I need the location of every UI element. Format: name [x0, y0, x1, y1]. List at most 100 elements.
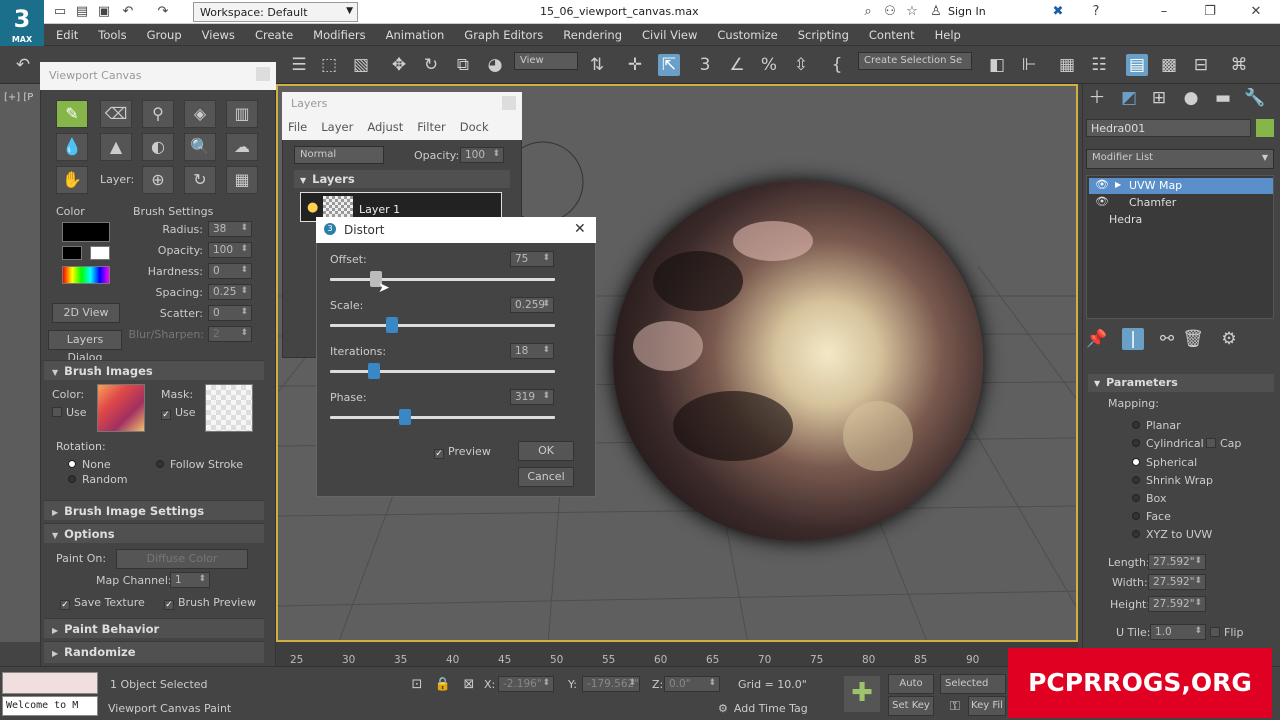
utilities-tab-icon[interactable]: 🔧: [1244, 87, 1266, 109]
layers-close-icon[interactable]: [502, 96, 516, 110]
open-file-icon[interactable]: ▤: [74, 4, 90, 20]
menu-modifiers[interactable]: Modifiers: [301, 24, 374, 42]
layer-options-button[interactable]: ▦: [226, 166, 258, 194]
menu-customize[interactable]: Customize: [705, 24, 785, 42]
layer-explorer-icon[interactable]: ☷: [1088, 54, 1110, 76]
z-coordinate[interactable]: 0.0": [664, 676, 720, 692]
create-tab-icon[interactable]: ＋: [1086, 87, 1108, 109]
spacing-spinner[interactable]: 0.25: [208, 284, 252, 300]
lock-icon[interactable]: 🔒: [432, 674, 454, 696]
save-icon[interactable]: ▣: [96, 4, 112, 20]
show-end-result-icon[interactable]: ❘: [1122, 328, 1144, 350]
keyboard-shortcut-icon[interactable]: ⇱: [658, 54, 680, 76]
mapping-shrink-wrap-radio[interactable]: Shrink Wrap: [1132, 474, 1213, 487]
isolate-selection-icon[interactable]: ⊡: [406, 674, 428, 696]
scale-slider-knob[interactable]: [386, 317, 398, 333]
selection-set-dropdown[interactable]: Create Selection Se: [858, 52, 972, 70]
viewport-label[interactable]: [+] [P: [4, 92, 33, 103]
placement-icon[interactable]: ◕: [484, 54, 506, 76]
rect-selection-icon[interactable]: ⬚: [318, 54, 340, 76]
blur-button[interactable]: 💧: [56, 133, 88, 161]
key-filters-button[interactable]: Key Fil: [968, 696, 1006, 716]
background-color-swatch[interactable]: [90, 246, 110, 260]
distort-close-icon[interactable]: ✕: [574, 221, 586, 237]
phase-track[interactable]: [330, 416, 555, 419]
close-icon[interactable]: ✕: [1248, 4, 1264, 20]
rotation-none-radio[interactable]: None: [68, 458, 111, 471]
length-spinner[interactable]: 27.592": [1148, 554, 1206, 570]
pin-stack-icon[interactable]: 📌: [1086, 328, 1108, 350]
cap-checkbox[interactable]: Cap: [1206, 437, 1241, 450]
layers-dialog-button[interactable]: Layers Dialog: [48, 330, 122, 364]
select-by-name-icon[interactable]: ☰: [288, 54, 310, 76]
opacity-spinner[interactable]: 100: [208, 242, 252, 258]
menu-scripting[interactable]: Scripting: [786, 24, 857, 42]
align-icon[interactable]: ⊩: [1018, 54, 1040, 76]
reference-coord-dropdown[interactable]: View: [514, 52, 578, 70]
left-viewport[interactable]: [+] [P: [0, 84, 40, 642]
edit-named-selection-icon[interactable]: {: [826, 54, 848, 76]
mirror-icon[interactable]: ◧: [986, 54, 1008, 76]
menu-group[interactable]: Group: [135, 24, 190, 42]
auto-key-button[interactable]: Auto Key: [888, 674, 934, 707]
y-coordinate[interactable]: -179.562": [582, 676, 640, 692]
spinner-snap-icon[interactable]: ⇳: [790, 54, 812, 76]
menu-content[interactable]: Content: [857, 24, 923, 42]
snaps-toggle-icon[interactable]: 3: [694, 54, 716, 76]
scatter-spinner[interactable]: 0: [208, 305, 252, 321]
toggle-ribbon-icon[interactable]: ▤: [1126, 54, 1148, 76]
render-setup-icon[interactable]: ⊟: [1190, 54, 1212, 76]
layers-menu-layer[interactable]: Layer: [321, 120, 353, 134]
radius-spinner[interactable]: 38: [208, 221, 252, 237]
hand-button[interactable]: ✋: [56, 166, 88, 194]
iterations-track[interactable]: [330, 370, 555, 373]
scale-spinner[interactable]: 0.259: [510, 297, 554, 313]
primary-color-swatch[interactable]: [62, 222, 110, 242]
parameters-header[interactable]: ▼ Parameters: [1088, 374, 1274, 392]
mask-image[interactable]: [205, 384, 253, 432]
refresh-layer-button[interactable]: ↻: [184, 166, 216, 194]
viewport-canvas-close-icon[interactable]: [256, 67, 270, 81]
motion-tab-icon[interactable]: ●: [1180, 87, 1202, 109]
fill-button[interactable]: ◈: [184, 100, 216, 128]
save-texture-checkbox[interactable]: ✓ Save Texture: [60, 596, 145, 610]
material-editor-icon[interactable]: ▩: [1158, 54, 1180, 76]
rotate-icon[interactable]: ↻: [420, 54, 442, 76]
layers-menu-file[interactable]: File: [288, 120, 307, 134]
scale-track[interactable]: [330, 324, 555, 327]
hardness-spinner[interactable]: 0: [208, 263, 252, 279]
iterations-spinner[interactable]: 18: [510, 343, 554, 359]
layers-menu-filter[interactable]: Filter: [417, 120, 445, 134]
textured-sphere[interactable]: [613, 181, 983, 541]
maximize-icon[interactable]: ❐: [1202, 4, 1218, 20]
brush-images-header[interactable]: ▼ Brush Images: [44, 360, 264, 380]
select-manipulate-icon[interactable]: ✛: [624, 54, 646, 76]
gradient-button[interactable]: ▥: [226, 100, 258, 128]
stack-item-chamfer[interactable]: Chamfer: [1129, 196, 1176, 209]
brush-color-image[interactable]: [97, 384, 145, 432]
cancel-button[interactable]: Cancel: [518, 467, 574, 487]
dodge-button[interactable]: 🔍: [184, 133, 216, 161]
offset-spinner[interactable]: 75: [510, 251, 554, 267]
contrast-button[interactable]: ◐: [142, 133, 174, 161]
exchange-icon[interactable]: ✖: [1050, 4, 1066, 20]
object-color-swatch[interactable]: [1256, 119, 1274, 137]
undo-icon[interactable]: ↶: [120, 4, 136, 20]
undo-toolbar-icon[interactable]: ↶: [12, 54, 34, 76]
eye-icon[interactable]: 👁: [1095, 178, 1109, 191]
sign-in-link[interactable]: Sign In: [948, 5, 986, 18]
menu-tools[interactable]: Tools: [86, 24, 134, 42]
x-coordinate[interactable]: -2.196": [498, 676, 554, 692]
favorites-icon[interactable]: ☆: [904, 4, 920, 20]
layer-opacity-spinner[interactable]: 100: [460, 147, 504, 163]
user-icon[interactable]: ♙: [928, 4, 944, 20]
mapping-xyz-radio[interactable]: XYZ to UVW: [1132, 528, 1212, 541]
lightbulb-icon[interactable]: ●: [307, 200, 318, 215]
blend-mode-dropdown[interactable]: Normal: [294, 146, 384, 164]
timeline[interactable]: 25 30 35 40 45 50 55 60 65 70 75 80 85 9…: [276, 642, 1078, 666]
hierarchy-tab-icon[interactable]: ⊞: [1148, 87, 1170, 109]
height-spinner[interactable]: 27.592": [1148, 596, 1206, 612]
remove-modifier-icon[interactable]: 🗑: [1182, 328, 1204, 350]
randomize-header[interactable]: ▶ Randomize: [44, 641, 264, 663]
configure-sets-icon[interactable]: ⚙: [1218, 328, 1240, 350]
